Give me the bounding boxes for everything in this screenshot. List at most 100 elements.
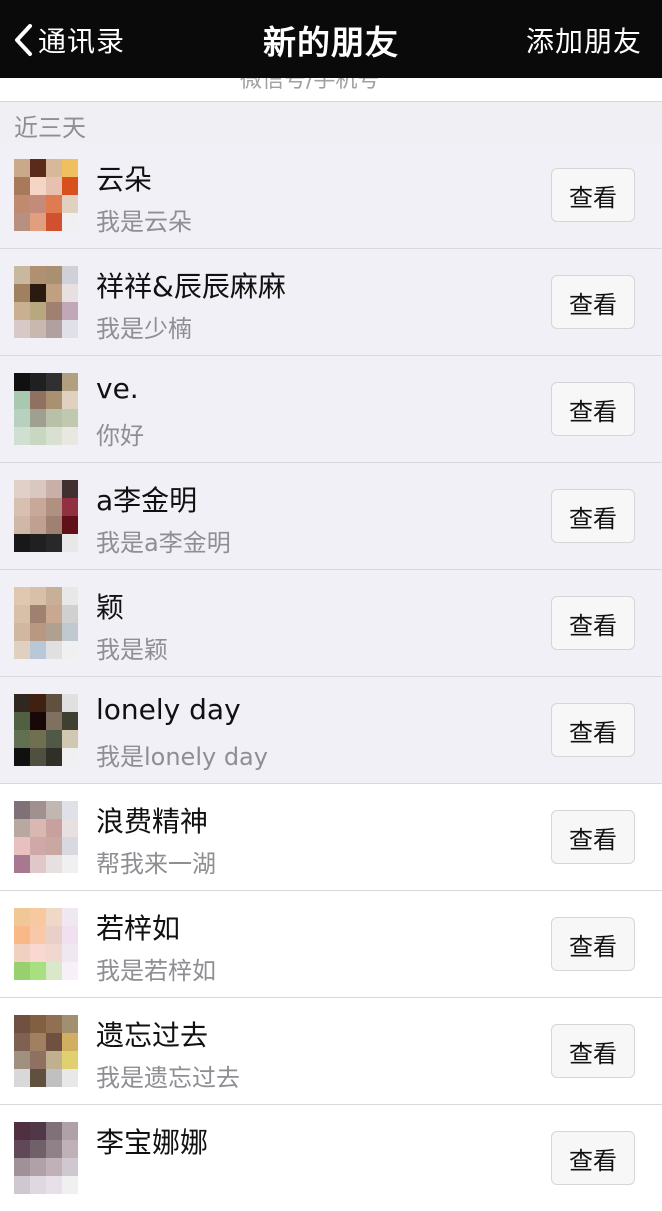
avatar-pixel <box>30 748 46 766</box>
avatar[interactable] <box>14 373 78 445</box>
avatar-pixel <box>62 213 78 231</box>
avatar-pixel <box>46 195 62 213</box>
friend-request-row[interactable]: a李金明 我是a李金明 查看 <box>0 463 662 570</box>
avatar-pixel <box>46 177 62 195</box>
avatar-pixel <box>62 694 78 712</box>
avatar-pixel <box>46 587 62 605</box>
avatar-pixel <box>30 1122 46 1140</box>
avatar-pixel <box>46 480 62 498</box>
avatar-pixel <box>14 1069 30 1087</box>
avatar-pixel <box>62 819 78 837</box>
avatar-pixel <box>46 944 62 962</box>
avatar-pixel <box>62 427 78 445</box>
avatar-pixel <box>30 534 46 552</box>
avatar-pixel <box>14 1158 30 1176</box>
search-strip-text: 微信号/手机号 <box>240 78 380 93</box>
avatar[interactable] <box>14 266 78 338</box>
avatar-pixel <box>62 944 78 962</box>
friend-request-row[interactable]: 颖我是颖 查看 <box>0 570 662 677</box>
view-button[interactable]: 查看 <box>551 168 635 222</box>
avatar-pixel <box>30 1051 46 1069</box>
request-name: 祥祥&辰辰麻麻 <box>96 270 286 303</box>
avatar-pixel <box>46 926 62 944</box>
avatar-pixel <box>14 605 30 623</box>
request-message: 我是a李金明 <box>96 529 231 557</box>
friend-request-row[interactable]: 祥祥&辰辰麻麻 我是少楠 查看 <box>0 249 662 356</box>
avatar-pixel <box>30 159 46 177</box>
avatar-pixel <box>46 427 62 445</box>
avatar-pixel <box>30 641 46 659</box>
avatar-pixel <box>46 855 62 873</box>
avatar-pixel <box>14 498 30 516</box>
avatar[interactable] <box>14 159 78 231</box>
view-button[interactable]: 查看 <box>551 489 635 543</box>
avatar-pixel <box>30 480 46 498</box>
avatar-pixel <box>46 516 62 534</box>
avatar-pixel <box>46 819 62 837</box>
avatar-pixel <box>30 694 46 712</box>
avatar-pixel <box>14 409 30 427</box>
avatar-pixel <box>62 1176 78 1194</box>
avatar[interactable] <box>14 908 78 980</box>
avatar-pixel <box>62 962 78 980</box>
avatar-pixel <box>30 266 46 284</box>
add-friend-button[interactable]: 添加朋友 <box>526 20 642 60</box>
avatar-pixel <box>62 266 78 284</box>
avatar-pixel <box>14 801 30 819</box>
view-button[interactable]: 查看 <box>551 917 635 971</box>
avatar-pixel <box>14 302 30 320</box>
avatar-pixel <box>30 302 46 320</box>
avatar[interactable] <box>14 801 78 873</box>
avatar-pixel <box>14 962 30 980</box>
friend-request-row[interactable]: ve. 你好 查看 <box>0 356 662 463</box>
avatar-pixel <box>62 284 78 302</box>
avatar-pixel <box>46 1140 62 1158</box>
friend-request-row[interactable]: 浪费精神 帮我来一湖 查看 <box>0 784 662 891</box>
view-button[interactable]: 查看 <box>551 703 635 757</box>
avatar-pixel <box>14 712 30 730</box>
view-button[interactable]: 查看 <box>551 1131 635 1185</box>
avatar-pixel <box>30 962 46 980</box>
request-name: lonely day <box>96 693 241 726</box>
avatar[interactable] <box>14 587 78 659</box>
avatar-pixel <box>14 195 30 213</box>
avatar[interactable] <box>14 694 78 766</box>
view-button[interactable]: 查看 <box>551 382 635 436</box>
request-message: 我是云朵 <box>96 208 192 236</box>
view-button[interactable]: 查看 <box>551 810 635 864</box>
avatar-pixel <box>30 855 46 873</box>
friend-request-row[interactable]: 云朵 我是云朵 查看 <box>0 142 662 249</box>
friend-request-row[interactable]: lonely day 我是lonely day 查看 <box>0 677 662 784</box>
avatar-pixel <box>46 159 62 177</box>
avatar-pixel <box>46 534 62 552</box>
avatar-pixel <box>14 694 30 712</box>
avatar-pixel <box>30 427 46 445</box>
avatar-pixel <box>30 391 46 409</box>
avatar-pixel <box>30 908 46 926</box>
avatar-pixel <box>46 1122 62 1140</box>
avatar-pixel <box>30 1033 46 1051</box>
avatar-pixel <box>62 302 78 320</box>
friend-request-row[interactable]: 遗忘过去 我是遗忘过去 查看 <box>0 998 662 1105</box>
avatar-pixel <box>62 373 78 391</box>
view-button[interactable]: 查看 <box>551 596 635 650</box>
avatar-pixel <box>14 748 30 766</box>
avatar[interactable] <box>14 1015 78 1087</box>
view-button[interactable]: 查看 <box>551 1024 635 1078</box>
view-button[interactable]: 查看 <box>551 275 635 329</box>
avatar-pixel <box>14 926 30 944</box>
avatar-pixel <box>30 195 46 213</box>
friend-request-row[interactable]: 李宝娜娜 查看 <box>0 1105 662 1212</box>
avatar-pixel <box>62 1015 78 1033</box>
avatar-pixel <box>14 534 30 552</box>
avatar-pixel <box>14 908 30 926</box>
search-strip[interactable]: 微信号/手机号 <box>0 78 662 102</box>
avatar-pixel <box>62 837 78 855</box>
avatar-pixel <box>14 284 30 302</box>
avatar[interactable] <box>14 1122 78 1194</box>
friend-request-row[interactable]: 若梓如 我是若梓如 查看 <box>0 891 662 998</box>
avatar-pixel <box>14 944 30 962</box>
avatar-pixel <box>30 819 46 837</box>
avatar[interactable] <box>14 480 78 552</box>
section-label: 近三天 <box>14 114 86 142</box>
